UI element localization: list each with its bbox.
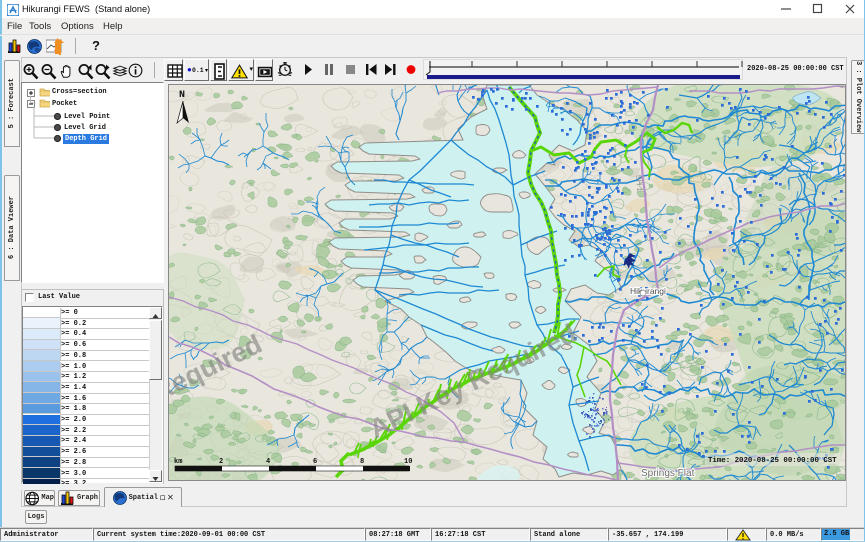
svg-text:4: 4 (266, 458, 270, 466)
svg-text:SH 1: SH 1 (634, 174, 644, 191)
svg-text:km: km (174, 458, 182, 466)
svg-text:2: 2 (219, 458, 223, 466)
svg-text:Springs Flat: Springs Flat (641, 468, 695, 479)
svg-text:N: N (179, 90, 185, 101)
svg-text:8: 8 (360, 458, 364, 466)
svg-text:Hikurangi: Hikurangi (630, 286, 666, 296)
svg-text:6: 6 (313, 458, 317, 466)
svg-text:10: 10 (404, 458, 412, 466)
svg-text:Time: 2020-08-25 00:00:00 CST: Time: 2020-08-25 00:00:00 CST (708, 457, 837, 465)
